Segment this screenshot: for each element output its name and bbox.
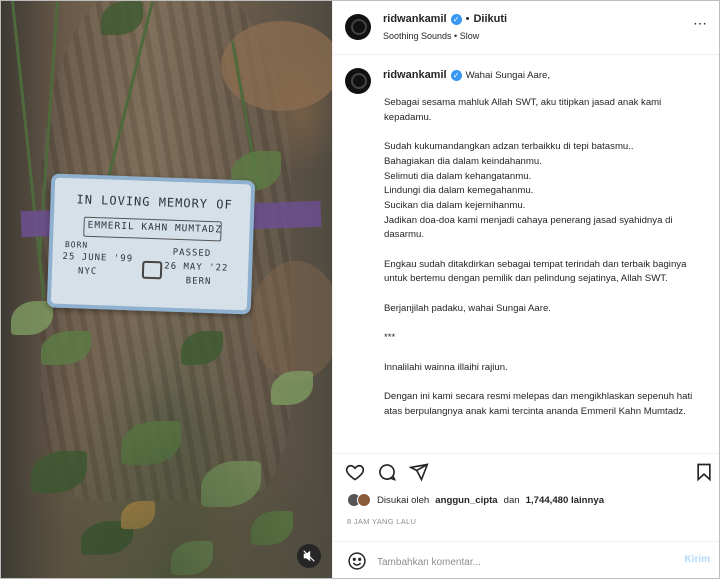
tag-born-date: 25 JUNE '99 [62,251,134,265]
heart-icon[interactable] [345,462,365,482]
more-horizontal-icon[interactable]: ⋯ [693,15,708,32]
post-sidebar: ridwankamil ✓ • Diikuti Soothing Sounds … [332,1,719,578]
caption-title: Wahai Sungai Aare, [465,69,551,81]
username-link[interactable]: ridwankamil [383,13,447,25]
likes-prefix: Disukai oleh [377,494,430,506]
following-button[interactable]: Diikuti [473,13,507,25]
smiley-icon[interactable] [347,551,367,571]
speaker-muted-icon[interactable] [297,544,321,568]
avatar [357,493,371,507]
header-separator: • [465,13,470,25]
caption-line: Bahagiakan dia dalam keindahanmu. [384,155,542,167]
caption-header: ridwankamil ✓ Wahai Sungai Aare, [383,69,550,81]
avatar[interactable] [345,68,371,94]
post-header: ridwankamil ✓ • Diikuti Soothing Sounds … [333,1,719,55]
comment-bar: Kirim [333,541,719,578]
caption-text: Sebagai sesama mahluk Allah SWT, aku tit… [384,96,704,419]
caption-paragraph: Engkau sudah ditakdirkan sebagai tempat … [384,258,687,285]
liker-username[interactable]: anggun_cipta [435,495,497,506]
caption-paragraph: Dengan ini kami secara resmi melepas dan… [384,390,693,417]
tag-passed-date: 26 MAY '22 [164,261,229,274]
verified-badge-icon: ✓ [450,69,462,81]
send-icon[interactable] [409,462,429,482]
tag-born-place: NYC [77,266,98,278]
caption-username[interactable]: ridwankamil [383,69,447,81]
likes-connector: dan [503,494,520,506]
audio-label[interactable]: Soothing Sounds • Slow [383,31,479,41]
post-photo[interactable]: IN LOVING MEMORY OF EMMERIL KAHN MUMTADZ… [1,1,332,578]
caption-paragraph: Innalilahi wainna illaihi rajiun. [384,361,508,373]
action-bar [333,453,719,490]
caption-paragraph: Sebagai sesama mahluk Allah SWT, aku tit… [384,97,662,123]
caption-line: Selimuti dia dalam kehangatanmu. [384,170,532,182]
post-comment-button[interactable]: Kirim [684,554,710,565]
caption-line: Sudah kukumandangkan adzan terbaikku di … [384,141,634,153]
avatar[interactable] [345,14,371,40]
tag-passed-label: PASSED [172,247,212,260]
tag-passed-place: BERN [185,276,212,288]
likes-summary: Disukai oleh anggun_cipta dan 1,744,480 … [347,493,604,507]
caption-divider: *** [384,332,396,344]
memorial-tag: IN LOVING MEMORY OF EMMERIL KAHN MUMTADZ… [46,173,256,315]
tag-clip-hole [141,260,163,280]
tag-born-label: BORN [64,239,89,250]
tag-heading: IN LOVING MEMORY OF [76,192,233,212]
header-line: ridwankamil ✓ • Diikuti [383,13,507,25]
post-timestamp[interactable]: 8 JAM YANG LALU [347,517,416,526]
comment-icon[interactable] [377,462,397,482]
likes-count[interactable]: 1,744,480 lainnya [526,495,604,506]
tree-root [251,261,332,381]
bookmark-icon[interactable] [694,462,714,482]
caption-paragraph: Berjanjilah padaku, wahai Sungai Aare. [384,302,551,314]
ivy-ground [1,388,332,578]
comment-input[interactable] [375,552,659,572]
verified-badge-icon: ✓ [450,13,462,25]
caption-line: Jadikan doa-doa kami menjadi cahaya pene… [384,214,673,241]
liker-avatars[interactable] [347,493,371,507]
post-window: IN LOVING MEMORY OF EMMERIL KAHN MUMTADZ… [0,0,720,579]
caption-line: Lindungi dia dalam kemegahanmu. [384,185,534,197]
caption-line: Sucikan dia dalam kejernihanmu. [384,199,526,211]
caption-area: ridwankamil ✓ Wahai Sungai Aare, Sebagai… [333,55,719,453]
